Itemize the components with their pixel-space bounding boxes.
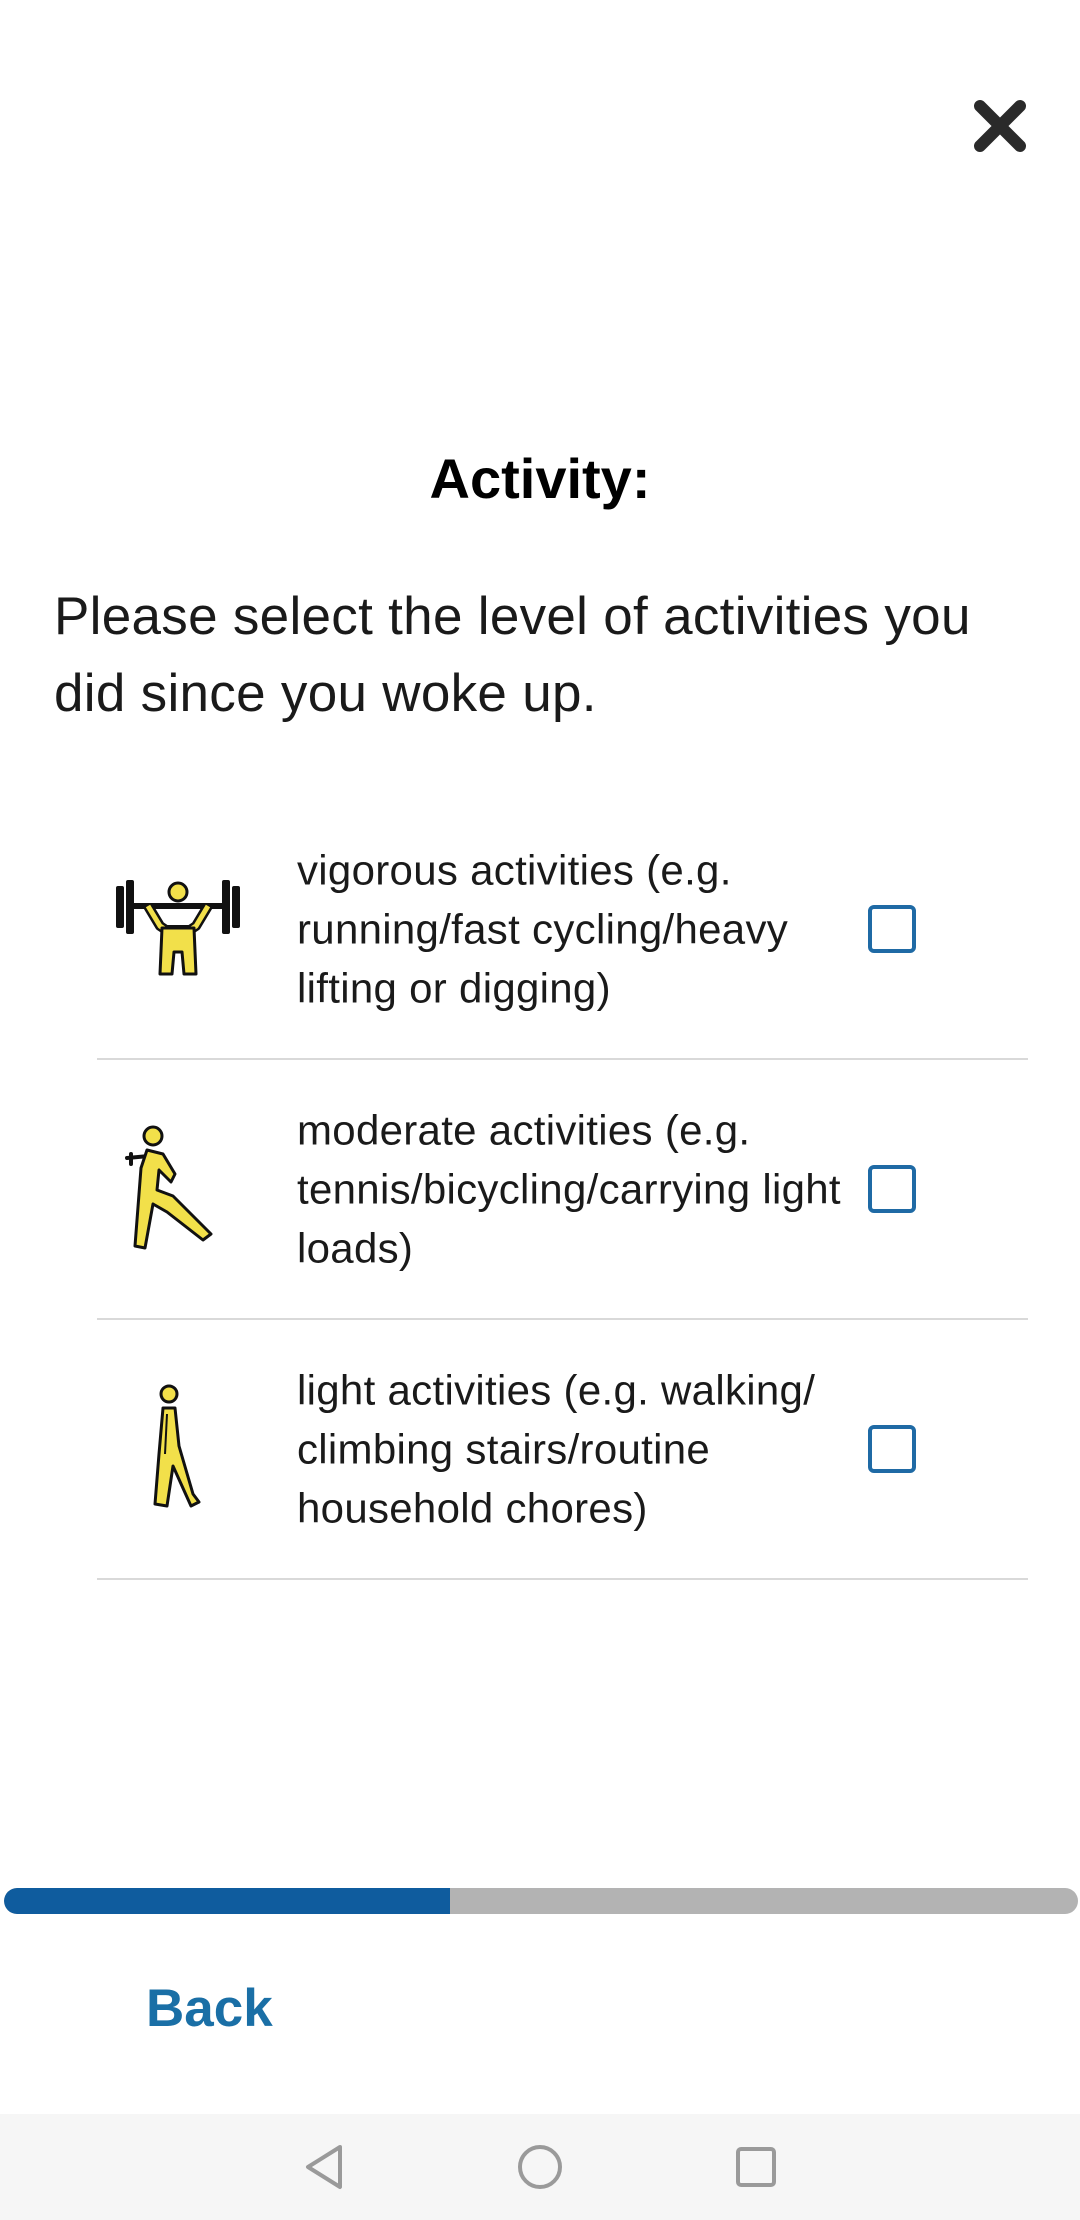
nav-home-button[interactable] xyxy=(505,2132,575,2202)
moderate-checkbox[interactable] xyxy=(868,1165,916,1213)
progress-bar xyxy=(4,1888,1078,1914)
walking-person-icon xyxy=(113,1379,243,1519)
option-label: light activities (e.g. walking/ climbing… xyxy=(297,1366,816,1532)
nav-back-icon xyxy=(306,2145,342,2189)
option-light[interactable]: light activities (e.g. walking/ climbing… xyxy=(97,1320,1028,1580)
nav-recents-icon xyxy=(736,2147,776,2187)
nav-home-icon xyxy=(518,2145,562,2189)
progress-fill xyxy=(4,1888,450,1914)
weightlifting-icon xyxy=(113,859,243,999)
option-vigorous[interactable]: vigorous activities (e.g. running/fast c… xyxy=(97,800,1028,1060)
back-button[interactable]: Back xyxy=(146,1978,273,2039)
option-label: moderate activities (e.g. tennis/bicycli… xyxy=(297,1106,841,1272)
tennis-player-icon xyxy=(113,1119,243,1259)
nav-back-button[interactable] xyxy=(289,2132,359,2202)
option-label: vigorous activities (e.g. running/fast c… xyxy=(297,846,789,1012)
light-checkbox[interactable] xyxy=(868,1425,916,1473)
system-navigation-bar xyxy=(0,2114,1080,2220)
vigorous-checkbox[interactable] xyxy=(868,905,916,953)
activity-screen: Activity: Please select the level of act… xyxy=(0,0,1080,2220)
question-prompt: Please select the level of activities yo… xyxy=(54,587,971,723)
close-icon xyxy=(974,100,1026,152)
option-moderate[interactable]: moderate activities (e.g. tennis/bicycli… xyxy=(97,1060,1028,1320)
close-button[interactable] xyxy=(962,88,1038,164)
activity-options-list: vigorous activities (e.g. running/fast c… xyxy=(97,800,1028,1580)
nav-recents-button[interactable] xyxy=(721,2132,791,2202)
page-title: Activity: xyxy=(429,447,651,510)
